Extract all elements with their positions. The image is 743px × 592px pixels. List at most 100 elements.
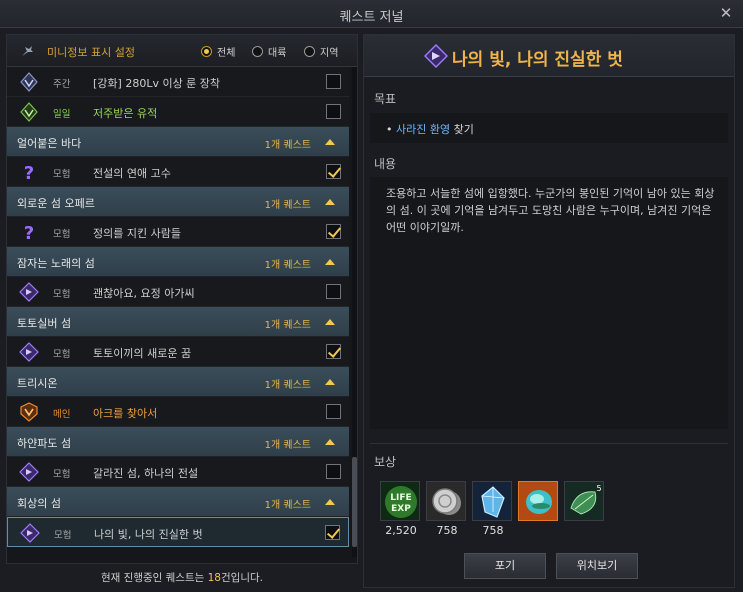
quest-row-weekly[interactable]: 주간 [강화] 280Lv 이상 룬 장착	[7, 67, 349, 97]
main-quest-icon	[20, 402, 38, 422]
radio-region[interactable]: 지역	[304, 44, 338, 59]
quest-list: 주간 [강화] 280Lv 이상 룬 장착 일일 저주받은 유적 얼어붙은 바다…	[7, 67, 349, 557]
silver-coin-icon	[432, 488, 461, 515]
region-group-header[interactable]: 토토실버 섬 1개 퀘스트	[7, 307, 349, 337]
close-icon[interactable]: ✕	[717, 4, 735, 22]
reward-qty: 758	[436, 524, 458, 537]
reward-qty: 2,520	[385, 524, 417, 537]
svg-text:?: ?	[24, 223, 34, 242]
region-group-header[interactable]: 회상의 섬 1개 퀘스트	[7, 487, 349, 517]
quest-type: 일일	[53, 109, 71, 120]
quest-name: 토토이끼의 새로운 꿈	[93, 347, 192, 360]
region-name: 트리시온	[17, 377, 58, 390]
chevron-up-icon	[325, 259, 335, 265]
radio-dot	[252, 46, 263, 57]
track-checkbox[interactable]	[326, 74, 341, 89]
quest-detail-panel: 나의 빛, 나의 진실한 벗 목표 • 사라진 환영 찾기 내용 조용하고 서늘…	[363, 34, 735, 588]
adventure-quest-icon	[19, 282, 39, 302]
objective-bullet: •	[386, 123, 393, 136]
track-checkbox[interactable]	[326, 404, 341, 419]
chevron-up-icon	[325, 319, 335, 325]
track-checkbox[interactable]	[326, 224, 341, 239]
abandon-button[interactable]: 포기	[464, 553, 546, 579]
region-group-header[interactable]: 트리시온 1개 퀘스트	[7, 367, 349, 397]
question-mark-icon: ?	[24, 163, 34, 182]
quest-count: 1개 퀘스트	[264, 320, 311, 331]
region-group-header[interactable]: 하얀파도 섬 1개 퀘스트	[7, 427, 349, 457]
track-checkbox[interactable]	[326, 284, 341, 299]
quest-name: 정의를 지킨 사람들	[93, 227, 181, 240]
radio-continent-label: 대륙	[268, 48, 287, 59]
radio-all[interactable]: 전체	[201, 44, 235, 59]
quest-row[interactable]: ? 모험 전설의 연애 고수	[7, 157, 349, 187]
radio-continent[interactable]: 대륙	[252, 44, 286, 59]
reward-qty: 758	[482, 524, 504, 537]
region-name: 하얀파도 섬	[17, 437, 72, 450]
quest-name: 전설의 연애 고수	[93, 167, 171, 180]
objective-header: 목표	[374, 92, 397, 106]
quest-name: 저주받은 유적	[93, 107, 158, 120]
weekly-quest-icon	[20, 72, 38, 92]
adventure-quest-icon	[424, 44, 448, 68]
orb-icon	[526, 490, 552, 514]
quest-row[interactable]: 모험 괜찮아요, 요정 아가씨	[7, 277, 349, 307]
quest-count: 1개 퀘스트	[264, 440, 311, 451]
chevron-up-icon	[325, 199, 335, 205]
svg-text:?: ?	[24, 163, 34, 182]
adventure-quest-icon	[19, 342, 39, 362]
quest-type: 메인	[53, 409, 71, 420]
region-name: 토토실버 섬	[17, 317, 72, 330]
quest-type: 주간	[53, 79, 71, 90]
region-group-header[interactable]: 잠자는 노래의 섬 1개 퀘스트	[7, 247, 349, 277]
status-prefix: 현재 진행중인 퀘스트는	[101, 572, 208, 584]
quest-row-main[interactable]: 메인 아크를 찾아서	[7, 397, 349, 427]
region-name: 회상의 섬	[17, 497, 61, 510]
status-count: 18	[207, 572, 221, 584]
adventure-quest-icon	[20, 523, 40, 543]
quest-description: 조용하고 서늘한 섬에 입항했다. 누군가의 봉인된 기억이 남아 있는 회상의…	[386, 187, 715, 234]
quest-name: 나의 빛, 나의 진실한 벗	[94, 528, 203, 541]
reward-leaf-gem[interactable]: 5	[564, 481, 604, 521]
region-group-header[interactable]: 외로운 섬 오페르 1개 퀘스트	[7, 187, 349, 217]
leaf-gem-icon: 5	[570, 484, 602, 515]
objective-target: 사라진 환영	[396, 123, 451, 136]
track-checkbox[interactable]	[326, 464, 341, 479]
reward-header: 보상	[374, 455, 397, 469]
chevron-up-icon	[325, 379, 335, 385]
divider	[370, 443, 728, 444]
chevron-up-icon	[325, 139, 335, 145]
reward-orb[interactable]	[518, 481, 558, 521]
quest-count: 1개 퀘스트	[264, 500, 311, 511]
status-suffix: 건입니다.	[221, 572, 263, 584]
locate-button[interactable]: 위치보기	[556, 553, 638, 579]
quest-type: 모험	[53, 349, 71, 360]
reward-life-exp[interactable]: LIFE EXP 2,520	[380, 481, 420, 537]
quest-row[interactable]: 모험 갈라진 섬, 하나의 전설	[7, 457, 349, 487]
track-checkbox[interactable]	[326, 164, 341, 179]
region-group-header[interactable]: 얼어붙은 바다 1개 퀘스트	[7, 127, 349, 157]
quest-count: 1개 퀘스트	[264, 140, 311, 151]
window-title: 퀘스트 저널	[339, 10, 404, 25]
region-name: 잠자는 노래의 섬	[17, 257, 95, 270]
quest-row-selected[interactable]: 모험 나의 빛, 나의 진실한 벗	[7, 517, 349, 547]
quest-row-daily[interactable]: 일일 저주받은 유적	[7, 97, 349, 127]
pin-icon[interactable]	[19, 43, 35, 59]
track-checkbox[interactable]	[326, 104, 341, 119]
track-checkbox[interactable]	[326, 344, 341, 359]
radio-dot	[304, 46, 315, 57]
track-checkbox[interactable]	[325, 525, 340, 540]
svg-text:EXP: EXP	[391, 504, 411, 514]
svg-text:LIFE: LIFE	[390, 493, 411, 503]
scrollbar-thumb[interactable]	[352, 457, 357, 547]
reward-crystal[interactable]: 758	[472, 481, 512, 537]
quest-row[interactable]: ? 모험 정의를 지킨 사람들	[7, 217, 349, 247]
reward-silver[interactable]: 758	[426, 481, 466, 537]
quest-count: 1개 퀘스트	[264, 200, 311, 211]
quest-list-panel: 미니정보 표시 설정 전체 대륙 지역 주간 [강화] 280Lv 이상 룬 장…	[6, 34, 358, 564]
quest-row[interactable]: 모험 토토이끼의 새로운 꿈	[7, 337, 349, 367]
daily-quest-icon	[20, 102, 38, 122]
quest-count: 1개 퀘스트	[264, 260, 311, 271]
objective-action: 찾기	[450, 123, 474, 136]
quest-list-scrollbar[interactable]	[352, 67, 357, 557]
minimap-filter-bar: 미니정보 표시 설정 전체 대륙 지역	[7, 35, 357, 67]
